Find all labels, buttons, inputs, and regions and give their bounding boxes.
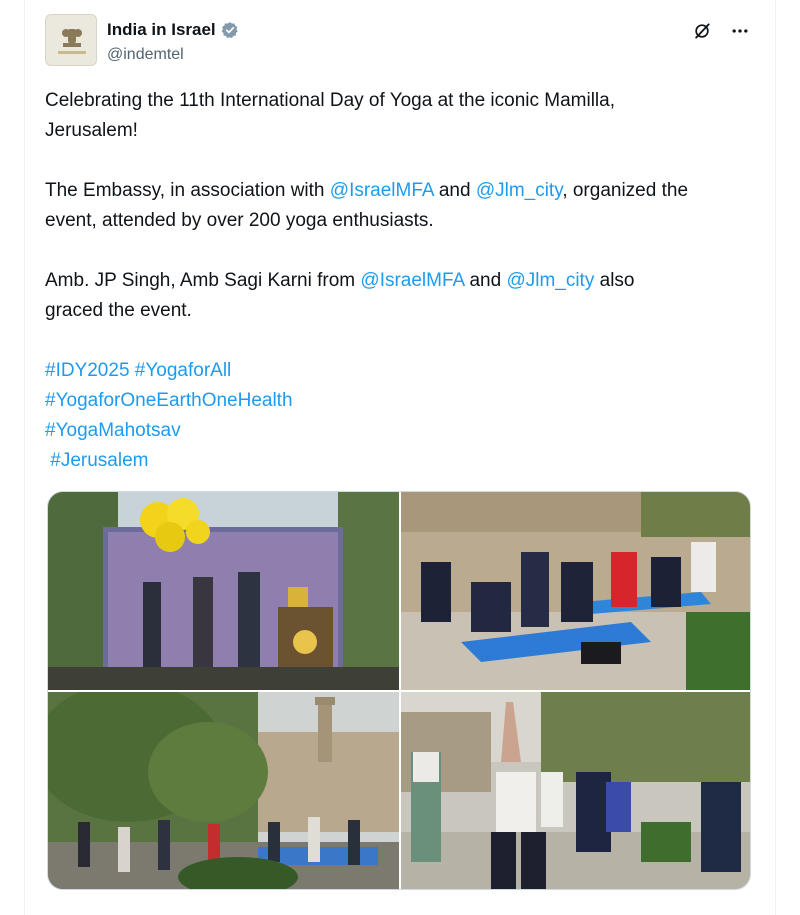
post-paragraph-3: Amb. JP Singh, Amb Sagi Karni from @Isra… (45, 266, 765, 326)
media-photo-stage[interactable] (48, 492, 399, 690)
post-text-line: graced the event. (45, 300, 192, 321)
post-paragraph-2: The Embassy, in association with @Israel… (45, 176, 765, 236)
mention-link-jlm-city[interactable]: @Jlm_city (506, 270, 594, 291)
post-header: India in Israel @indemtel (45, 14, 759, 70)
post-text-line: Jerusalem! (45, 120, 138, 141)
more-icon[interactable] (729, 20, 751, 42)
author-name-row: India in Israel (107, 20, 239, 40)
media-photo-yoga-pose[interactable] (401, 692, 750, 889)
mention-link-israelmfa[interactable]: @IsraelMFA (360, 270, 464, 291)
hashtag-link[interactable]: #YogaMahotsav (45, 420, 181, 441)
author-handle[interactable]: @indemtel (107, 46, 184, 64)
post-text-segment: also (594, 270, 635, 291)
post-text-line: Celebrating the 11th International Day o… (45, 90, 615, 111)
hashtag-link[interactable]: #IDY2025 (45, 360, 130, 381)
post-text: Celebrating the 11th International Day o… (45, 86, 765, 476)
avatar[interactable] (45, 14, 97, 66)
author-name[interactable]: India in Israel (107, 20, 216, 40)
post-text-segment: and (433, 180, 476, 201)
hashtag-block: #IDY2025 #YogaforAll #YogaforOneEarthOne… (45, 356, 765, 476)
post-text-segment: Amb. JP Singh, Amb Sagi Karni from (45, 270, 361, 291)
hashtag-link[interactable]: #YogaforOneEarthOneHealth (45, 390, 293, 411)
post-text-segment: The Embassy, in association with (45, 180, 330, 201)
mention-link-israelmfa[interactable]: @IsraelMFA (330, 180, 434, 201)
grok-icon[interactable] (691, 20, 713, 42)
post-text-segment: , organized the (562, 180, 689, 201)
hashtag-link[interactable]: #Jerusalem (50, 450, 148, 471)
post-text-segment: and (464, 270, 507, 291)
hashtag-link[interactable]: #YogaforAll (135, 360, 231, 381)
post-actions-top (691, 20, 751, 42)
media-photo-old-city[interactable] (48, 692, 399, 889)
media-grid (47, 491, 751, 890)
post-paragraph-1: Celebrating the 11th International Day o… (45, 86, 765, 146)
media-photo-participants[interactable] (401, 492, 750, 690)
post-text-line: event, attended by over 200 yoga enthusi… (45, 210, 434, 231)
verified-badge-icon (221, 21, 239, 39)
post-card: India in Israel @indemtel Celebrating th… (24, 0, 776, 915)
mention-link-jlm-city[interactable]: @Jlm_city (476, 180, 563, 201)
